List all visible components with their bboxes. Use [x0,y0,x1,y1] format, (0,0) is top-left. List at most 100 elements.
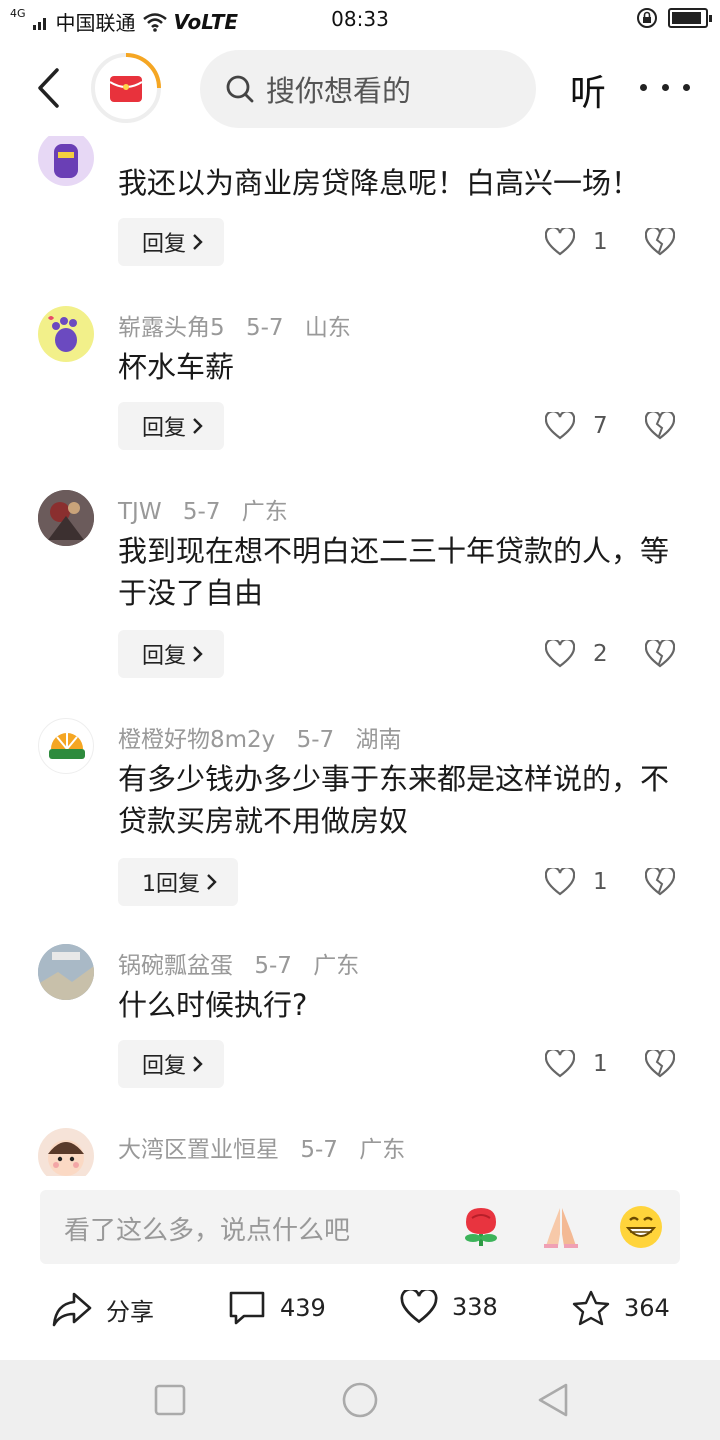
dislike-button[interactable] [644,638,676,672]
user-avatar[interactable] [38,306,94,362]
heart-icon [545,228,575,256]
heart-icon [400,1290,438,1324]
dislike-button[interactable] [644,410,676,444]
share-icon [52,1292,92,1327]
heart-icon [545,868,575,896]
dislike-button[interactable] [644,1048,676,1082]
comment-date: 5-7 [296,727,335,753]
reply-button[interactable]: 回复 [118,402,225,450]
battery-icon [668,8,712,28]
comment-region: 广东 [359,1137,406,1163]
user-name[interactable]: 崭露头角5 [118,315,225,341]
like-button[interactable]: 1 [545,868,608,896]
reply-label: 回复 [142,232,187,257]
reply-button[interactable]: 回复 [118,218,225,266]
back-arrow-icon [38,68,59,108]
broken-heart-icon [644,638,676,668]
comment-icon [229,1291,265,1325]
listen-button[interactable]: 听 [570,64,606,116]
user-name[interactable]: 大湾区置业恒星 [118,1137,279,1163]
app-logo-icon[interactable] [90,52,162,124]
favorite-button[interactable]: 364 [572,1290,670,1326]
heart-icon [545,640,575,668]
reply-label: 回复 [142,1054,187,1079]
praying-hands-icon[interactable] [538,1204,584,1250]
reply-button[interactable]: 1回复 [118,858,238,906]
broken-heart-icon [644,410,676,440]
like-button[interactable]: 7 [545,412,608,440]
chevron-right-icon [193,1056,203,1072]
rose-icon[interactable] [458,1204,504,1250]
back-button[interactable] [26,62,70,114]
reply-button[interactable]: 回复 [118,1040,225,1088]
user-avatar[interactable] [38,1128,94,1176]
reply-label: 回复 [142,416,187,441]
like-count: 7 [593,413,608,439]
system-back-button[interactable] [536,1382,572,1418]
chevron-right-icon [193,418,203,434]
circle-icon [342,1382,378,1418]
like-count: 1 [593,229,608,255]
comment-region: 山东 [304,315,351,341]
grin-icon[interactable] [618,1204,664,1250]
comment-date: 5-7 [254,953,292,979]
reply-label: 1回复 [142,872,200,897]
like-count: 2 [593,641,608,667]
comment-date: 5-7 [300,1137,338,1163]
like-button[interactable]: 1 [545,228,608,256]
search-placeholder: 搜你想看的 [266,74,412,108]
star-icon [572,1290,610,1326]
comment-list[interactable]: 我还以为商业房贷降息呢！白高兴一场！ 回复 1 崭露头角5 5-7 山东 杯水车… [0,136,720,1176]
like-count: 1 [593,1051,608,1077]
more-dot [661,83,669,91]
favorite-count: 364 [624,1294,670,1322]
battery-fill [672,12,701,24]
comment-region: 广东 [313,953,360,979]
comment-count: 439 [280,1294,326,1322]
home-button[interactable] [342,1382,378,1418]
share-button[interactable]: 分享 [52,1290,154,1328]
more-dot [683,83,690,91]
dislike-button[interactable] [644,866,676,900]
comment-input[interactable]: 看了这么多，说点什么吧 [40,1190,680,1264]
top-header: 搜你想看的 听 [0,40,720,136]
like-article-button[interactable]: 338 [400,1290,498,1324]
rotation-lock-icon [637,8,657,28]
more-options-button[interactable] [640,64,690,110]
like-button[interactable]: 1 [545,1050,608,1078]
comment-text: 杯水车薪 [118,350,235,384]
comment-input-placeholder: 看了这么多，说点什么吧 [64,1216,351,1246]
user-avatar[interactable] [38,490,94,546]
chevron-right-icon [193,646,203,662]
recent-apps-button[interactable] [152,1382,188,1418]
comment-meta: 锅碗瓢盆蛋 5-7 广东 [118,946,373,980]
like-count: 1 [593,869,608,895]
search-icon [226,75,254,103]
dislike-button[interactable] [644,226,676,260]
reply-button[interactable]: 回复 [118,630,225,678]
comment-meta: 大湾区置业恒星 5-7 广东 [118,1130,419,1164]
user-name[interactable]: TJW [118,499,162,525]
heart-icon [545,1050,575,1078]
broken-heart-icon [644,866,676,896]
system-nav-bar [0,1360,720,1440]
user-avatar[interactable] [38,944,94,1000]
like-article-count: 338 [452,1293,498,1321]
more-dot [640,83,647,91]
comment-count-button[interactable]: 439 [228,1290,326,1326]
user-avatar[interactable] [38,136,94,186]
search-input[interactable]: 搜你想看的 [200,50,536,128]
bottom-action-bar: 分享 439 338 364 [0,1276,720,1348]
comment-region: 广东 [241,499,288,525]
user-name[interactable]: 锅碗瓢盆蛋 [118,953,233,979]
comment-text: 我到现在想不明白还二三十年贷款的人，等于没了自由 [118,534,670,610]
chevron-right-icon [193,234,203,250]
share-label: 分享 [106,1297,154,1326]
status-right [636,7,712,29]
user-avatar[interactable] [38,718,94,774]
triangle-back-icon [538,1383,568,1417]
comment-text: 什么时候执行? [118,988,308,1022]
user-name[interactable]: 橙橙好物8m2y [118,727,275,753]
comment-meta: TJW 5-7 广东 [118,492,302,526]
like-button[interactable]: 2 [545,640,608,668]
